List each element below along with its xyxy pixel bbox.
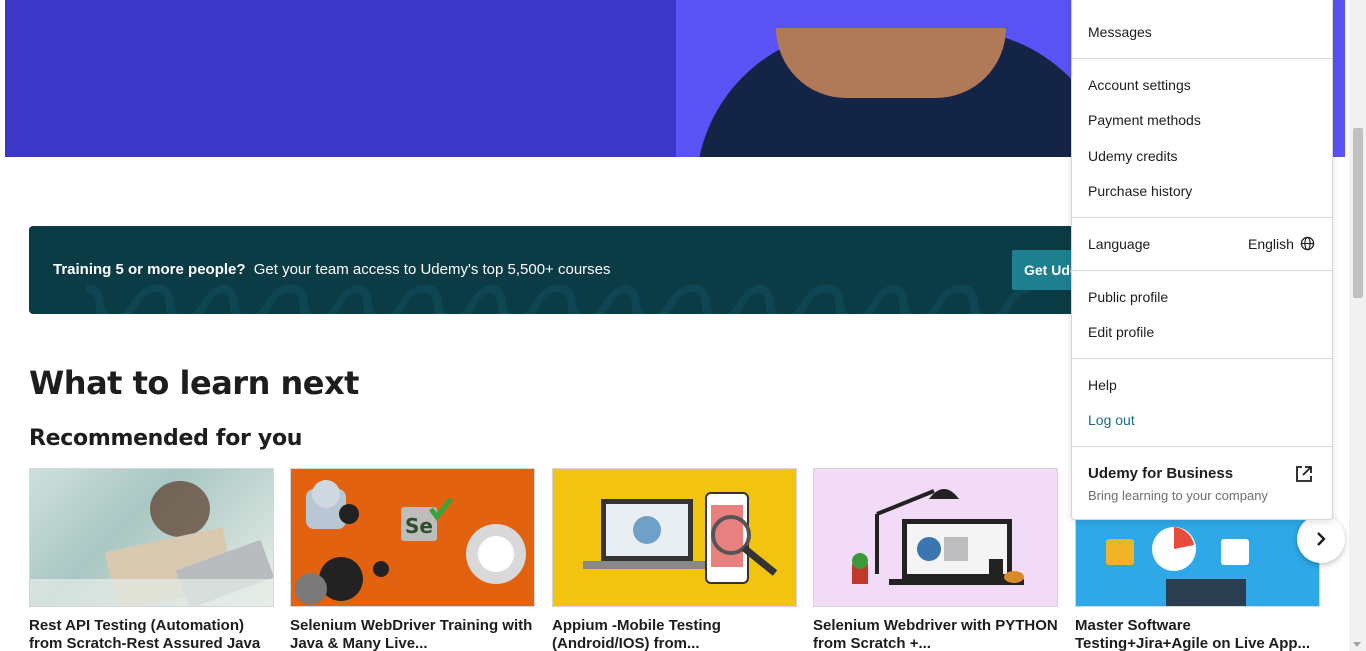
vertical-scrollbar[interactable] bbox=[1349, 0, 1366, 651]
course-thumbnail[interactable] bbox=[813, 468, 1058, 607]
page-title: What to learn next bbox=[29, 364, 359, 402]
course-card[interactable]: Selenium Webdriver with PYTHON from Scra… bbox=[813, 468, 1058, 651]
menu-item-account-settings[interactable]: Account settings bbox=[1088, 77, 1191, 93]
course-card[interactable]: Rest API Testing (Automation) from Scrat… bbox=[29, 468, 274, 651]
banner-text: Training 5 or more people? Get your team… bbox=[53, 261, 611, 278]
menu-item-language[interactable]: Language bbox=[1088, 236, 1150, 252]
language-value[interactable]: English bbox=[1248, 236, 1294, 252]
course-title[interactable]: Master Software Testing+Jira+Agile on Li… bbox=[1075, 617, 1320, 651]
banner-bold-text: Training 5 or more people? bbox=[53, 261, 246, 278]
menu-divider bbox=[1072, 270, 1332, 271]
menu-item-edit-profile[interactable]: Edit profile bbox=[1088, 324, 1154, 340]
course-title[interactable]: Selenium WebDriver Training with Java & … bbox=[290, 617, 535, 651]
banner-description: Get your team access to Udemy's top 5,50… bbox=[253, 261, 611, 278]
appium-devices-image bbox=[583, 492, 778, 584]
menu-divider bbox=[1072, 358, 1332, 359]
external-link-icon[interactable] bbox=[1294, 464, 1314, 484]
course-thumbnail[interactable] bbox=[552, 468, 797, 607]
menu-divider bbox=[1072, 217, 1332, 218]
course-card[interactable]: Appium -Mobile Testing (Android/IOS) fro… bbox=[552, 468, 797, 651]
course-title[interactable]: Rest API Testing (Automation) from Scrat… bbox=[29, 617, 274, 651]
hero-person-neck bbox=[776, 28, 1006, 98]
menu-item-payment-methods[interactable]: Payment methods bbox=[1088, 112, 1201, 128]
page: 〰〰〰〰〰〰〰 Training 5 or more people? Get y… bbox=[0, 0, 1366, 651]
menu-item-public-profile[interactable]: Public profile bbox=[1088, 289, 1168, 305]
section-title-recommended: Recommended for you bbox=[29, 426, 303, 451]
globe-icon[interactable] bbox=[1300, 236, 1315, 251]
menu-item-help[interactable]: Help bbox=[1088, 377, 1117, 393]
user-dropdown-menu: Messages Account settings Payment method… bbox=[1071, 0, 1333, 520]
menu-item-purchase-history[interactable]: Purchase history bbox=[1088, 183, 1192, 199]
course-thumbnail[interactable]: Se bbox=[290, 468, 535, 607]
svg-text:Se: Se bbox=[405, 514, 433, 538]
course-title[interactable]: Selenium Webdriver with PYTHON from Scra… bbox=[813, 617, 1058, 651]
carousel-next-button[interactable] bbox=[1297, 515, 1345, 563]
menu-divider bbox=[1072, 446, 1332, 447]
selenium-robot-image: Se bbox=[295, 480, 526, 605]
menu-item-log-out[interactable]: Log out bbox=[1088, 412, 1135, 428]
scrollbar-thumb[interactable] bbox=[1353, 128, 1363, 298]
laptop-work-image bbox=[30, 481, 273, 606]
chevron-right-icon bbox=[1317, 532, 1326, 546]
business-banner: 〰〰〰〰〰〰〰 Training 5 or more people? Get y… bbox=[29, 226, 1129, 314]
course-thumbnail[interactable] bbox=[29, 468, 274, 607]
menu-item-udemy-credits[interactable]: Udemy credits bbox=[1088, 148, 1177, 164]
menu-item-messages[interactable]: Messages bbox=[1088, 24, 1152, 40]
menu-divider bbox=[1072, 58, 1332, 59]
menu-business-subtitle: Bring learning to your company bbox=[1088, 488, 1268, 503]
course-card[interactable]: Se Selenium WebDriver Training with Java… bbox=[290, 468, 535, 651]
course-title[interactable]: Appium -Mobile Testing (Android/IOS) fro… bbox=[552, 617, 797, 651]
scroll-down-arrow-icon[interactable] bbox=[1353, 642, 1361, 647]
python-selenium-image bbox=[852, 489, 1024, 585]
menu-business-title[interactable]: Udemy for Business bbox=[1088, 465, 1233, 482]
